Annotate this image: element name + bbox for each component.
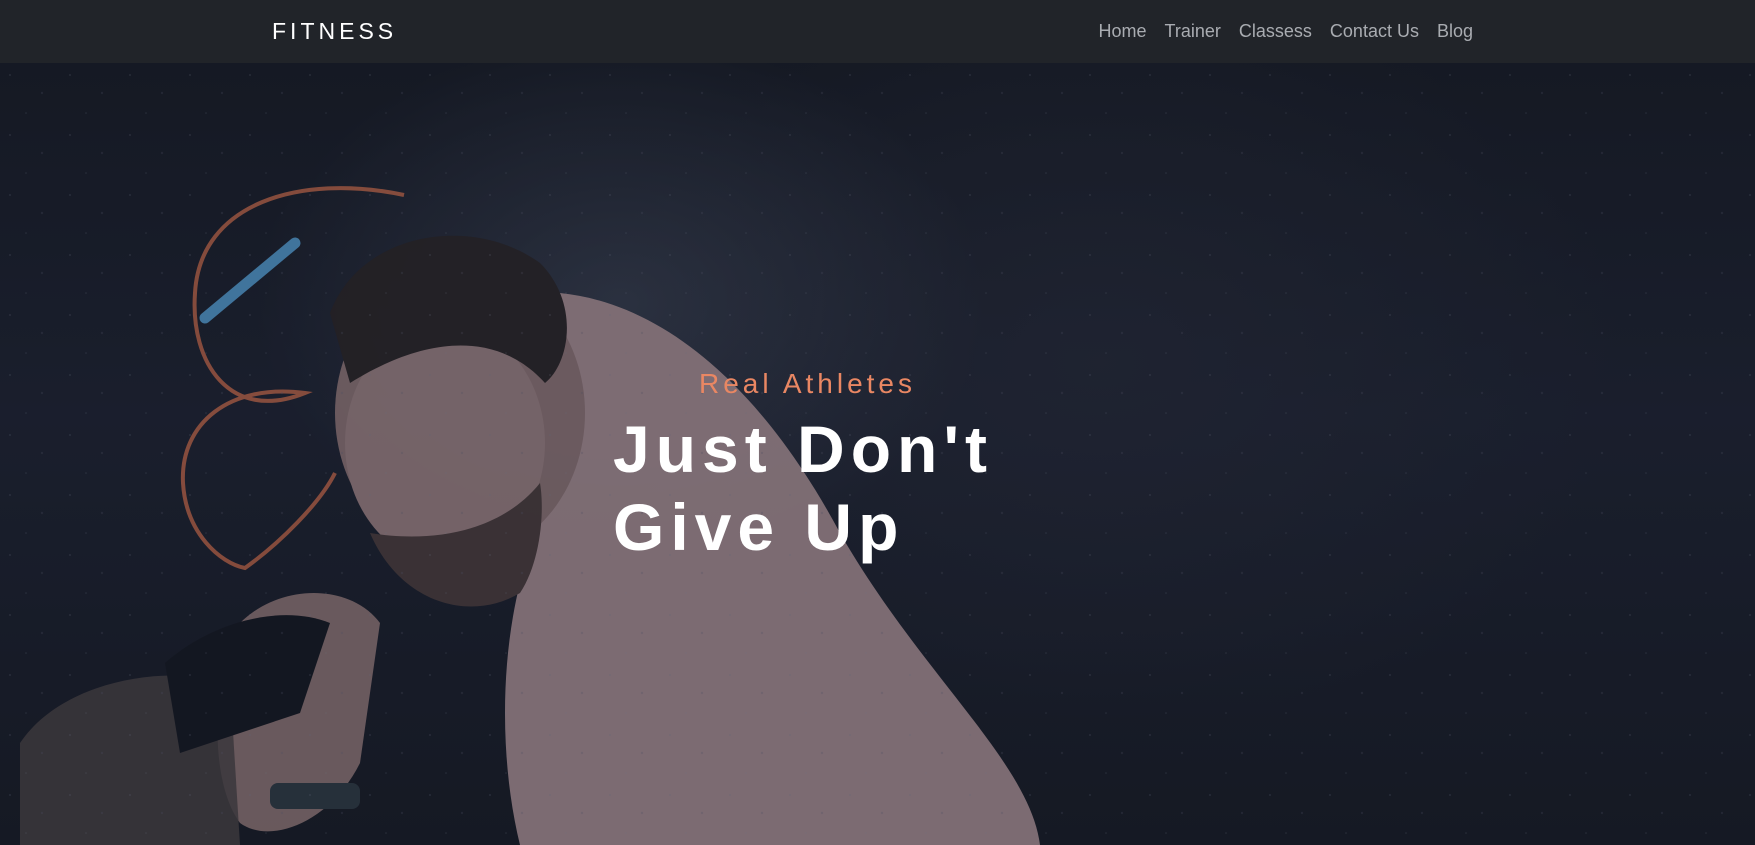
nav-item-trainer[interactable]: Trainer: [1165, 21, 1221, 42]
nav-item-contact-us[interactable]: Contact Us: [1330, 21, 1419, 42]
hero-text: Real Athletes Just Don't Give Up: [613, 368, 1133, 566]
brand-logo[interactable]: FITNESS: [272, 18, 397, 45]
hero-headline-line-2: Give Up: [613, 490, 905, 564]
hero-headline-line-1: Just Don't: [613, 412, 994, 486]
nav-item-home[interactable]: Home: [1099, 21, 1147, 42]
nav-item-classess[interactable]: Classess: [1239, 21, 1312, 42]
navbar: FITNESS Home Trainer Classess Contact Us…: [0, 0, 1755, 63]
hero-section: Real Athletes Just Don't Give Up: [0, 63, 1755, 845]
page: FITNESS Home Trainer Classess Contact Us…: [0, 0, 1755, 845]
nav-item-blog[interactable]: Blog: [1437, 21, 1473, 42]
hero-eyebrow: Real Athletes: [699, 368, 916, 399]
hero-headline: Just Don't Give Up: [613, 410, 1133, 566]
main-nav: Home Trainer Classess Contact Us Blog: [1099, 0, 1473, 63]
